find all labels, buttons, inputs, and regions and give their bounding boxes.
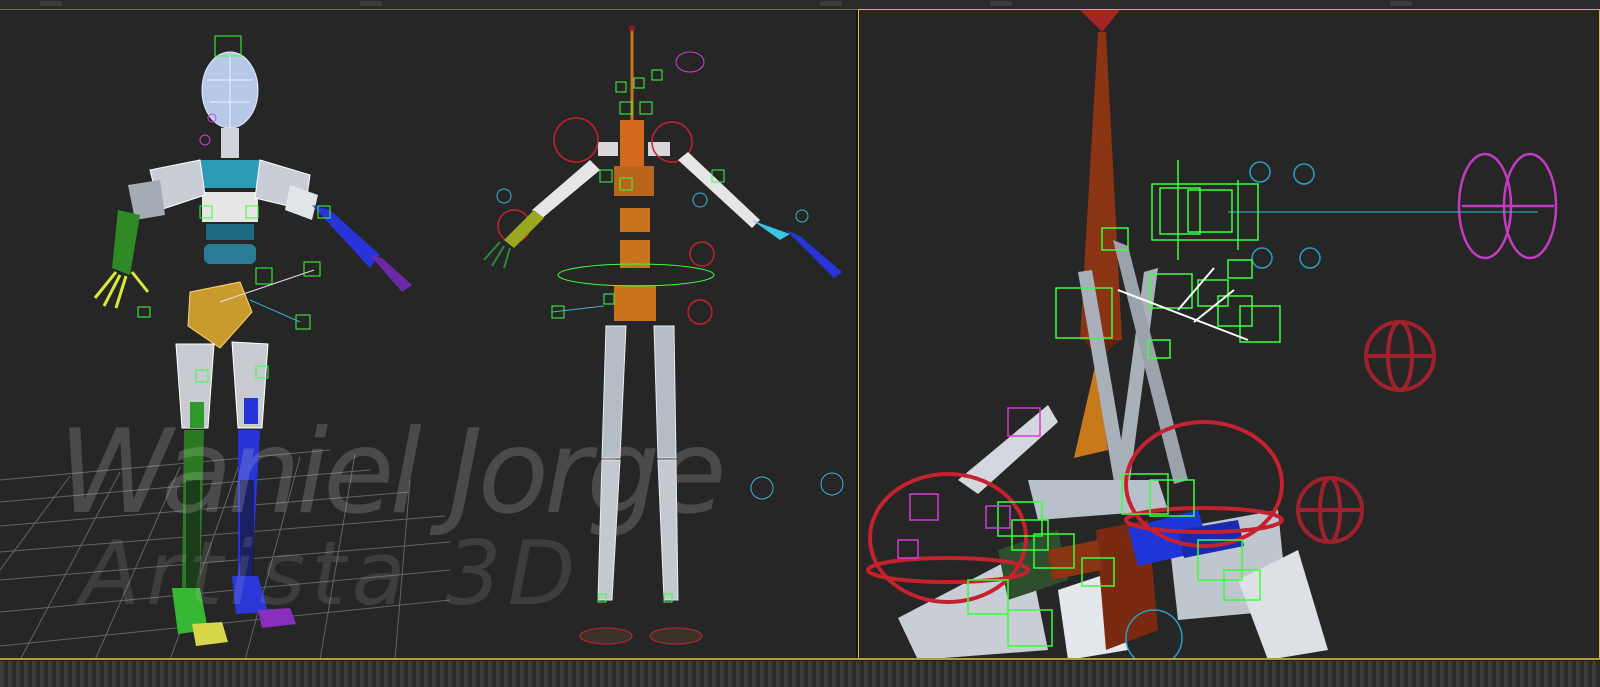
active-viewport-edge: [0, 658, 1600, 660]
viewport-menu-tick[interactable]: [40, 1, 62, 6]
viewport-left[interactable]: [0, 10, 856, 660]
app-window: Waniel Jorge Artista 3D: [0, 0, 1600, 687]
character-rig-icon[interactable]: [93, 35, 412, 646]
viewport-menu-tick[interactable]: [360, 1, 382, 6]
timeline-track-bar[interactable]: [0, 661, 1600, 687]
grid-floor-icon: [0, 449, 451, 660]
viewport-right[interactable]: [858, 10, 1600, 660]
viewport-label-bar: [0, 0, 1600, 10]
viewport-menu-tick[interactable]: [990, 1, 1012, 6]
character-rig-icon[interactable]: [866, 10, 1558, 660]
viewport-menu-tick[interactable]: [1390, 1, 1412, 6]
viewport-menu-tick[interactable]: [820, 1, 842, 6]
character-rig-icon[interactable]: [483, 25, 844, 645]
